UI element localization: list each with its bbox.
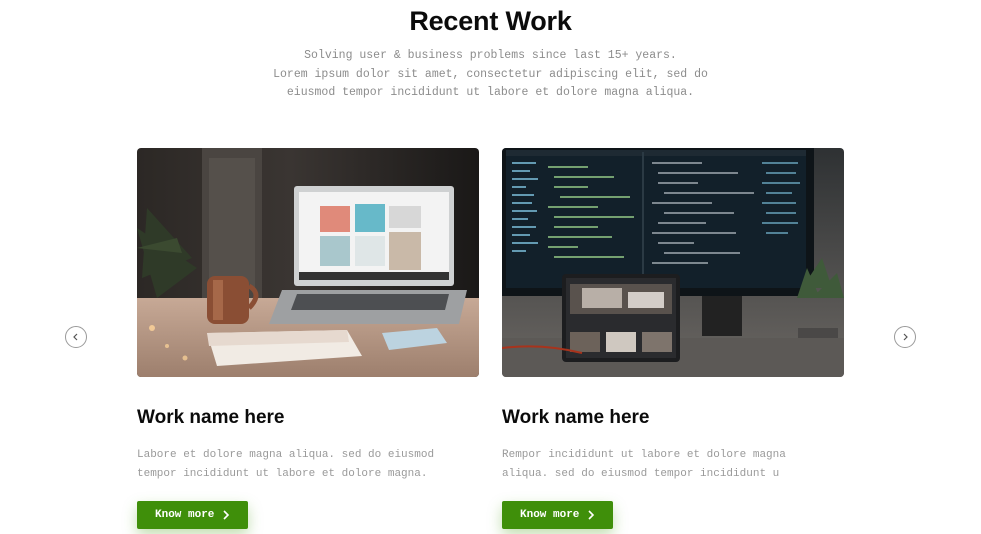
work-description: Labore et dolore magna aliqua. sed do ei… <box>137 446 467 484</box>
work-title: Work name here <box>502 407 650 428</box>
description-line: aliqua. sed do eiusmod tempor incididunt… <box>502 468 780 480</box>
chevron-right-icon <box>903 333 908 341</box>
know-more-label: Know more <box>520 509 580 521</box>
know-more-label: Know more <box>155 509 215 521</box>
work-image-laptop-desk[interactable] <box>137 148 479 377</box>
description-line: Labore et dolore magna aliqua. sed do ei… <box>137 449 435 461</box>
chevron-left-icon <box>73 333 78 341</box>
section-title: Recent Work <box>409 6 572 36</box>
subtitle-line: Lorem ipsum dolor sit amet, consectetur … <box>273 67 708 81</box>
know-more-button[interactable]: Know more <box>137 501 249 529</box>
subtitle-line: eiusmod tempor incididunt ut labore et d… <box>286 86 695 99</box>
chevron-right-icon <box>223 510 230 520</box>
chevron-right-icon <box>588 510 595 520</box>
work-card: Work name here Labore et dolore magna al… <box>137 148 479 529</box>
carousel-prev-button[interactable] <box>65 326 87 348</box>
work-card: Work name here Rempor incididunt ut labo… <box>502 148 844 529</box>
carousel-next-button[interactable] <box>894 326 916 348</box>
description-line: tempor incididunt ut labore et dolore ma… <box>137 468 428 480</box>
subtitle-line: Solving user & business problems since l… <box>304 49 677 62</box>
work-description: Rempor incididunt ut labore et dolore ma… <box>502 446 832 484</box>
know-more-button[interactable]: Know more <box>502 501 614 529</box>
work-title: Work name here <box>137 407 285 428</box>
work-image-code-monitor[interactable] <box>502 148 844 377</box>
section-subtitle: Solving user & business problems since l… <box>0 47 981 103</box>
description-line: Rempor incididunt ut labore et dolore ma… <box>502 449 786 461</box>
